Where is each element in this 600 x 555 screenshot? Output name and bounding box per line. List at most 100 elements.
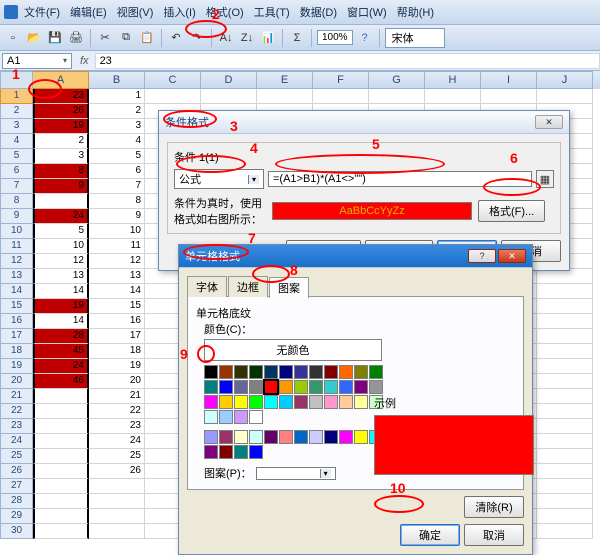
cell[interactable]: 4 [89,134,145,149]
row-header[interactable]: 19 [0,359,33,374]
row-header[interactable]: 25 [0,449,33,464]
cell[interactable]: 15 [89,299,145,314]
cell[interactable] [537,509,593,524]
column-header-B[interactable]: B [89,71,145,89]
new-icon[interactable]: ▫ [4,29,22,47]
cell[interactable] [313,89,369,104]
cell[interactable] [537,359,593,374]
color-swatch[interactable] [339,365,353,379]
formula-input[interactable]: 23 [95,53,600,69]
cell[interactable] [537,269,593,284]
cell[interactable]: 28 [33,329,89,344]
color-swatch[interactable] [279,395,293,409]
cell[interactable]: 26 [33,104,89,119]
menu-window[interactable]: 窗口(W) [343,2,391,22]
column-header-E[interactable]: E [257,71,313,89]
color-swatch[interactable] [309,430,323,444]
color-swatch[interactable] [204,410,218,424]
color-swatch[interactable] [324,365,338,379]
cell[interactable] [145,89,201,104]
no-color-button[interactable]: 无颜色 [204,339,382,361]
color-swatch[interactable] [264,365,278,379]
color-swatch[interactable] [234,365,248,379]
help-icon[interactable]: ? [468,249,496,263]
color-swatch[interactable] [339,380,353,394]
color-swatch[interactable] [279,380,293,394]
cell[interactable]: 18 [89,344,145,359]
color-swatch[interactable] [369,365,383,379]
cancel-button[interactable]: 取消 [464,524,524,546]
color-swatch[interactable] [234,410,248,424]
color-swatch[interactable] [249,430,263,444]
cell[interactable]: 23 [33,89,89,104]
cell[interactable]: 2 [89,104,145,119]
row-header[interactable]: 15 [0,299,33,314]
paste-icon[interactable]: 📋 [138,29,156,47]
cell[interactable] [33,194,89,209]
cell[interactable]: 19 [89,359,145,374]
color-swatch[interactable] [264,430,278,444]
color-swatch[interactable] [219,380,233,394]
menu-data[interactable]: 数据(D) [296,2,341,22]
color-swatch[interactable] [204,380,218,394]
row-header[interactable]: 26 [0,464,33,479]
clear-button[interactable]: 清除(R) [464,496,524,518]
cell[interactable] [537,374,593,389]
row-header[interactable]: 2 [0,104,33,119]
column-header-J[interactable]: J [537,71,593,89]
cell[interactable] [201,89,257,104]
row-header[interactable]: 8 [0,194,33,209]
row-header[interactable]: 3 [0,119,33,134]
cut-icon[interactable]: ✂ [96,29,114,47]
row-header[interactable]: 6 [0,164,33,179]
cell[interactable]: 16 [89,314,145,329]
range-picker-icon[interactable]: ▦ [536,170,554,188]
cell[interactable]: 14 [89,284,145,299]
color-swatch[interactable] [354,365,368,379]
color-swatch[interactable] [204,445,218,459]
name-box[interactable]: A1 [2,53,72,69]
zoom-box[interactable]: 100% [317,30,353,45]
cell[interactable]: 3 [89,119,145,134]
color-swatch[interactable] [234,380,248,394]
row-header[interactable]: 20 [0,374,33,389]
cell[interactable]: 9 [33,179,89,194]
cell[interactable] [33,479,89,494]
cell[interactable]: 24 [33,209,89,224]
tab-font[interactable]: 字体 [187,276,227,297]
color-swatch[interactable] [249,410,263,424]
cell[interactable]: 5 [33,224,89,239]
color-swatch[interactable] [249,365,263,379]
cell[interactable]: 23 [89,419,145,434]
cell[interactable]: 9 [89,209,145,224]
select-all-corner[interactable] [0,71,33,89]
cell[interactable]: 19 [33,299,89,314]
cell[interactable]: 10 [33,239,89,254]
color-swatch[interactable] [249,445,263,459]
cell[interactable]: 11 [89,239,145,254]
cell[interactable]: 20 [89,374,145,389]
condition-formula-input[interactable]: =(A1>B1)*(A1<>"") [268,171,532,187]
help-icon[interactable]: ? [356,29,374,47]
menu-tools[interactable]: 工具(T) [250,2,294,22]
cell[interactable]: 3 [33,149,89,164]
cell[interactable]: 8 [89,194,145,209]
cell[interactable] [369,89,425,104]
color-swatch[interactable] [354,395,368,409]
cell[interactable] [89,494,145,509]
menu-format[interactable]: 格式(O) [202,2,248,22]
fx-icon[interactable]: fx [74,55,95,67]
row-header[interactable]: 22 [0,404,33,419]
color-swatch[interactable] [324,395,338,409]
cell[interactable]: 24 [33,359,89,374]
cell[interactable]: 2 [33,134,89,149]
column-header-G[interactable]: G [369,71,425,89]
color-swatch[interactable] [294,395,308,409]
color-swatch[interactable] [354,380,368,394]
color-swatch[interactable] [354,430,368,444]
row-header[interactable]: 16 [0,314,33,329]
cell[interactable] [33,494,89,509]
cell[interactable]: 14 [33,284,89,299]
cell[interactable] [33,389,89,404]
cell[interactable]: 17 [89,329,145,344]
